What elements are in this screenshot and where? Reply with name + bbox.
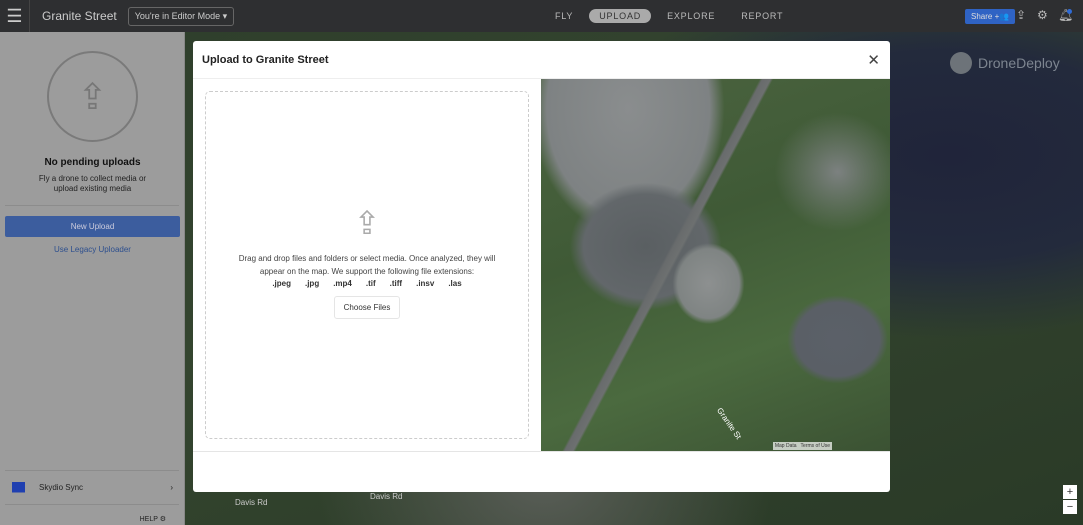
tab-explore[interactable]: EXPLORE [657, 9, 725, 23]
share-label: Share [971, 12, 993, 21]
map-attribution: Map Data Terms of Use [772, 442, 832, 450]
logo-icon [950, 52, 972, 74]
gear-icon[interactable]: ⚙ [1037, 8, 1048, 22]
modal-footer [193, 451, 890, 492]
satellite-preview[interactable]: Granite St Map Data Terms of Use [541, 79, 890, 451]
extension: .jpg [304, 279, 320, 288]
modal-title: Upload to Granite Street [193, 41, 890, 79]
share-button[interactable]: Share +👥 [965, 9, 1016, 24]
skydio-label: Skydio Sync [39, 482, 84, 492]
top-bar: ☰ Granite Street You're in Editor Mode ▾… [0, 0, 1083, 32]
tab-report[interactable]: REPORT [731, 9, 793, 23]
extension-list: .jpeg .jpg .mp4 .tif .tiff .insv .las [206, 279, 528, 288]
upload-icon[interactable]: ⇪ [1016, 8, 1026, 22]
skydio-sync-row[interactable]: Skydio Sync › [0, 470, 185, 504]
project-title: Granite Street [42, 9, 117, 23]
help-button[interactable]: HELP ⚙ [140, 515, 166, 523]
upload-modal: Upload to Granite Street ✕ ⇪ Drag and dr… [193, 41, 890, 492]
zoom-in-button[interactable]: + [1063, 485, 1077, 499]
notification-dot [1067, 9, 1072, 14]
divider [5, 504, 179, 505]
logo-text: DroneDeploy [978, 55, 1060, 71]
close-icon[interactable]: ✕ [867, 51, 880, 69]
legacy-uploader-link[interactable]: Use Legacy Uploader [0, 245, 185, 254]
drop-zone[interactable]: ⇪ Drag and drop files and folders or sel… [205, 91, 529, 439]
extension: .las [448, 279, 462, 288]
mode-label: You're in Editor Mode [134, 10, 221, 21]
empty-title: No pending uploads [44, 157, 141, 168]
upload-icon: ⇪ [47, 51, 138, 142]
mode-dropdown[interactable]: You're in Editor Mode ▾ [127, 6, 235, 26]
extension: .tif [365, 279, 376, 288]
extension: .mp4 [333, 279, 352, 288]
tab-fly[interactable]: FLY [545, 9, 583, 23]
terms-link[interactable]: Terms of Use [801, 443, 830, 449]
upload-sidebar: ⇪ No pending uploads Fly a drone to coll… [0, 32, 185, 525]
new-upload-button[interactable]: New Upload [5, 216, 180, 237]
chevron-right-icon: › [170, 482, 173, 492]
divider [5, 205, 179, 206]
map-data-link[interactable]: Map Data [775, 443, 797, 449]
extension: .tiff [389, 279, 403, 288]
dronedeploy-logo: DroneDeploy [950, 52, 1060, 74]
drop-instructions: Drag and drop files and folders or selec… [238, 254, 496, 276]
road-label: Davis Rd [370, 492, 403, 501]
help-label: HELP [139, 516, 158, 523]
skydio-logo-icon [12, 481, 25, 493]
street-label: Granite St [714, 406, 744, 441]
zoom-out-button[interactable]: − [1063, 500, 1077, 514]
tab-upload[interactable]: UPLOAD [589, 9, 652, 23]
main-nav: FLY UPLOAD EXPLORE REPORT [545, 9, 799, 23]
extension: .jpeg [272, 279, 291, 288]
choose-files-button[interactable]: Choose Files [333, 296, 401, 319]
extension: .insv [416, 279, 435, 288]
upload-icon: ⇪ [353, 205, 381, 241]
empty-subtitle: Fly a drone to collect media or upload e… [38, 174, 147, 193]
road-label: Davis Rd [235, 498, 268, 507]
menu-icon[interactable]: ☰ [0, 0, 30, 32]
